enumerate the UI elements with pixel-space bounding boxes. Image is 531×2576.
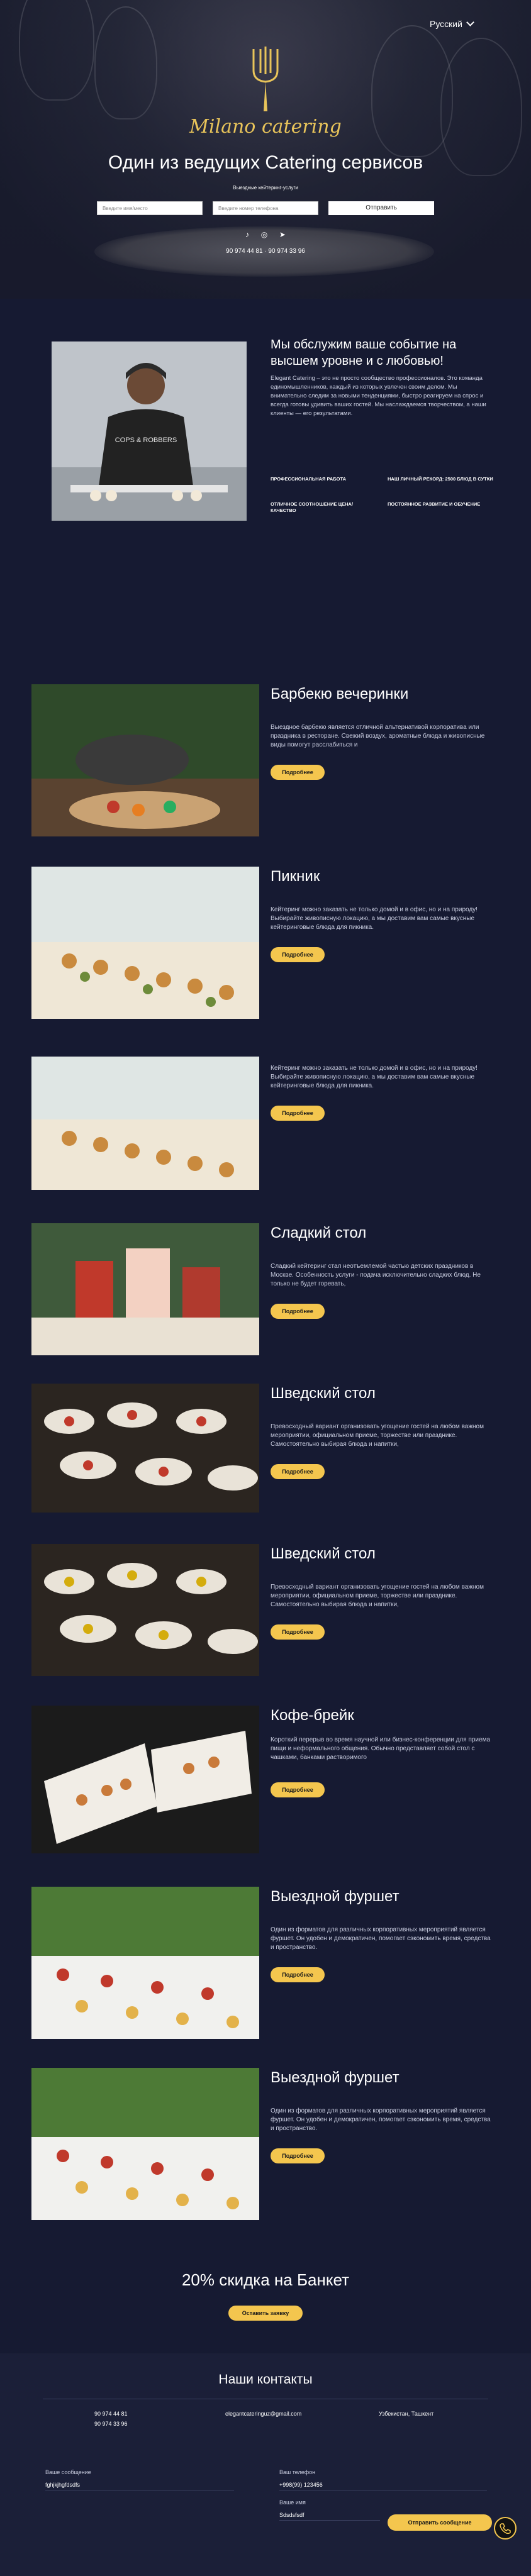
- service-title: Сладкий стол: [271, 1224, 367, 1241]
- service-image-picnic: [31, 867, 259, 1019]
- phone-icon: [500, 2523, 511, 2534]
- feature-item: НАШ ЛИЧНЫЙ РЕКОРД: 2500 БЛЮД В СУТКИ: [388, 476, 493, 482]
- name-input[interactable]: Введите имя/место: [97, 201, 203, 215]
- service-image-picnic: [31, 1057, 259, 1209]
- brand-logo[interactable]: Milano catering: [182, 45, 349, 146]
- details-button[interactable]: Подробнее: [271, 765, 325, 780]
- service-description: Короткий перерыв во время научной или би…: [271, 1736, 491, 1761]
- service-title: Шведский стол: [271, 1385, 376, 1402]
- service-title: Пикник: [271, 868, 320, 885]
- discount-title: 20% скидка на Банкет: [181, 2270, 350, 2289]
- service-title: Шведский стол: [271, 1545, 376, 1562]
- chevron-down-icon: [466, 18, 474, 26]
- hero-section: Русский Milano catering Один из ведущих …: [0, 0, 531, 299]
- service-title: Выездной фуршет: [271, 2069, 400, 2086]
- feature-item: ПРОФЕССИОНАЛЬНАЯ РАБОТА: [271, 476, 346, 482]
- send-button[interactable]: Отправить: [328, 201, 434, 215]
- request-button[interactable]: Оставить заявку: [228, 2306, 303, 2321]
- details-button[interactable]: Подробнее: [271, 1106, 325, 1121]
- service-description: Кейтеринг можно заказать не только домой…: [271, 906, 478, 931]
- service-image-buffet: [31, 1544, 259, 1696]
- service-card: Кейтеринг можно заказать не только домой…: [0, 1057, 531, 1217]
- details-button[interactable]: Подробнее: [271, 1967, 325, 1982]
- chef-photo: COPS & ROBBERS: [52, 341, 247, 521]
- phone-label: Ваш телефон: [279, 2469, 316, 2475]
- service-card: Шведский стол Превосходный вариант орган…: [0, 1544, 531, 1704]
- contact-phone[interactable]: 90 974 44 81: [94, 2409, 128, 2419]
- service-image-outdoor-buffet: [31, 2068, 259, 2220]
- details-button[interactable]: Подробнее: [271, 947, 325, 962]
- contacts-section: Наши контакты 90 974 44 81 90 974 33 96 …: [0, 2353, 531, 2576]
- service-description: Сладкий кейтеринг стал неотъемлемой част…: [271, 1263, 481, 1287]
- social-links: ♪ ◎ ➤: [245, 230, 286, 239]
- contact-address: Узбекистан, Ташкент: [379, 2411, 434, 2417]
- instagram-icon[interactable]: ◎: [261, 230, 267, 239]
- service-image-outdoor-buffet: [31, 1887, 259, 2039]
- chat-button[interactable]: [494, 2517, 517, 2540]
- contact-email[interactable]: elegantcateringuz@gmail.com: [225, 2409, 301, 2419]
- tiktok-icon[interactable]: ♪: [245, 230, 249, 239]
- about-text: Elegant Catering – это не просто сообщес…: [271, 375, 486, 417]
- details-button[interactable]: Подробнее: [271, 2148, 325, 2163]
- phone-input[interactable]: Введите номер телефона: [213, 201, 318, 215]
- svg-text:COPS & ROBBERS: COPS & ROBBERS: [115, 436, 177, 444]
- brand-name: Milano catering: [189, 116, 342, 138]
- service-description: Кейтеринг можно заказать не только домой…: [271, 1065, 478, 1089]
- service-description: Выездное барбекю является отличной альте…: [271, 724, 485, 748]
- service-image-sweet-table: [31, 1223, 259, 1375]
- details-button[interactable]: Подробнее: [271, 1782, 325, 1797]
- service-card: Выездной фуршет Один из форматов для раз…: [0, 1887, 531, 2047]
- service-image-coffee-break: [31, 1706, 259, 1858]
- service-image-buffet: [31, 1384, 259, 1536]
- service-description: Превосходный вариант организовать угощен…: [271, 1584, 484, 1608]
- fork-crown-icon: [252, 47, 279, 111]
- feature-item: ОТЛИЧНОЕ СООТНОШЕНИЕ ЦЕНА/КАЧЕСТВО: [271, 501, 354, 513]
- language-select[interactable]: Русский: [430, 18, 474, 29]
- message-field[interactable]: fghjkjhgfdsdfs: [45, 2482, 234, 2490]
- telegram-icon[interactable]: ➤: [279, 230, 286, 239]
- service-card: Барбекю вечеринки Выездное барбекю являе…: [0, 684, 531, 845]
- contacts-title: Наши контакты: [218, 2372, 313, 2387]
- hero-subtitle: Выездные кейтеринг-услуги: [233, 185, 298, 191]
- service-title: Выездной фуршет: [271, 1888, 400, 1905]
- phone-field[interactable]: +998(99) 123456: [279, 2482, 487, 2490]
- service-card: Сладкий стол Сладкий кейтеринг стал неот…: [0, 1223, 531, 1384]
- message-label: Ваше сообщение: [45, 2469, 91, 2475]
- service-title: Кофе-брейк: [271, 1707, 354, 1724]
- language-label: Русский: [430, 19, 462, 29]
- service-card: Пикник Кейтеринг можно заказать не тольк…: [0, 867, 531, 1027]
- service-card: Кофе-брейк Короткий перерыв во время нау…: [0, 1706, 531, 1866]
- service-description: Один из форматов для различных корпорати…: [271, 2107, 491, 2132]
- about-section: COPS & ROBBERS Мы обслужим ваше событие …: [0, 299, 531, 614]
- details-button[interactable]: Подробнее: [271, 1304, 325, 1319]
- details-button[interactable]: Подробнее: [271, 1624, 325, 1640]
- send-message-button[interactable]: Отправить сообщение: [388, 2514, 492, 2531]
- service-description: Превосходный вариант организовать угощен…: [271, 1423, 484, 1448]
- service-description: Один из форматов для различных корпорати…: [271, 1926, 491, 1951]
- about-title: Мы обслужим ваше событие на высшем уровн…: [271, 338, 457, 368]
- name-field[interactable]: Sdsdsfsdf: [279, 2512, 380, 2521]
- name-label: Ваше имя: [279, 2499, 306, 2506]
- contact-phone[interactable]: 90 974 33 96: [94, 2419, 128, 2429]
- details-button[interactable]: Подробнее: [271, 1464, 325, 1479]
- service-card: Выездной фуршет Один из форматов для раз…: [0, 2068, 531, 2228]
- service-card: Шведский стол Превосходный вариант орган…: [0, 1384, 531, 1544]
- header-phones[interactable]: 90 974 44 81 · 90 974 33 96: [0, 248, 531, 255]
- service-title: Барбекю вечеринки: [271, 686, 409, 702]
- page-title: Один из ведущих Catering сервисов: [108, 152, 423, 173]
- service-image-bbq: [31, 684, 259, 836]
- feature-item: ПОСТОЯННОЕ РАЗВИТИЕ И ОБУЧЕНИЕ: [388, 501, 481, 507]
